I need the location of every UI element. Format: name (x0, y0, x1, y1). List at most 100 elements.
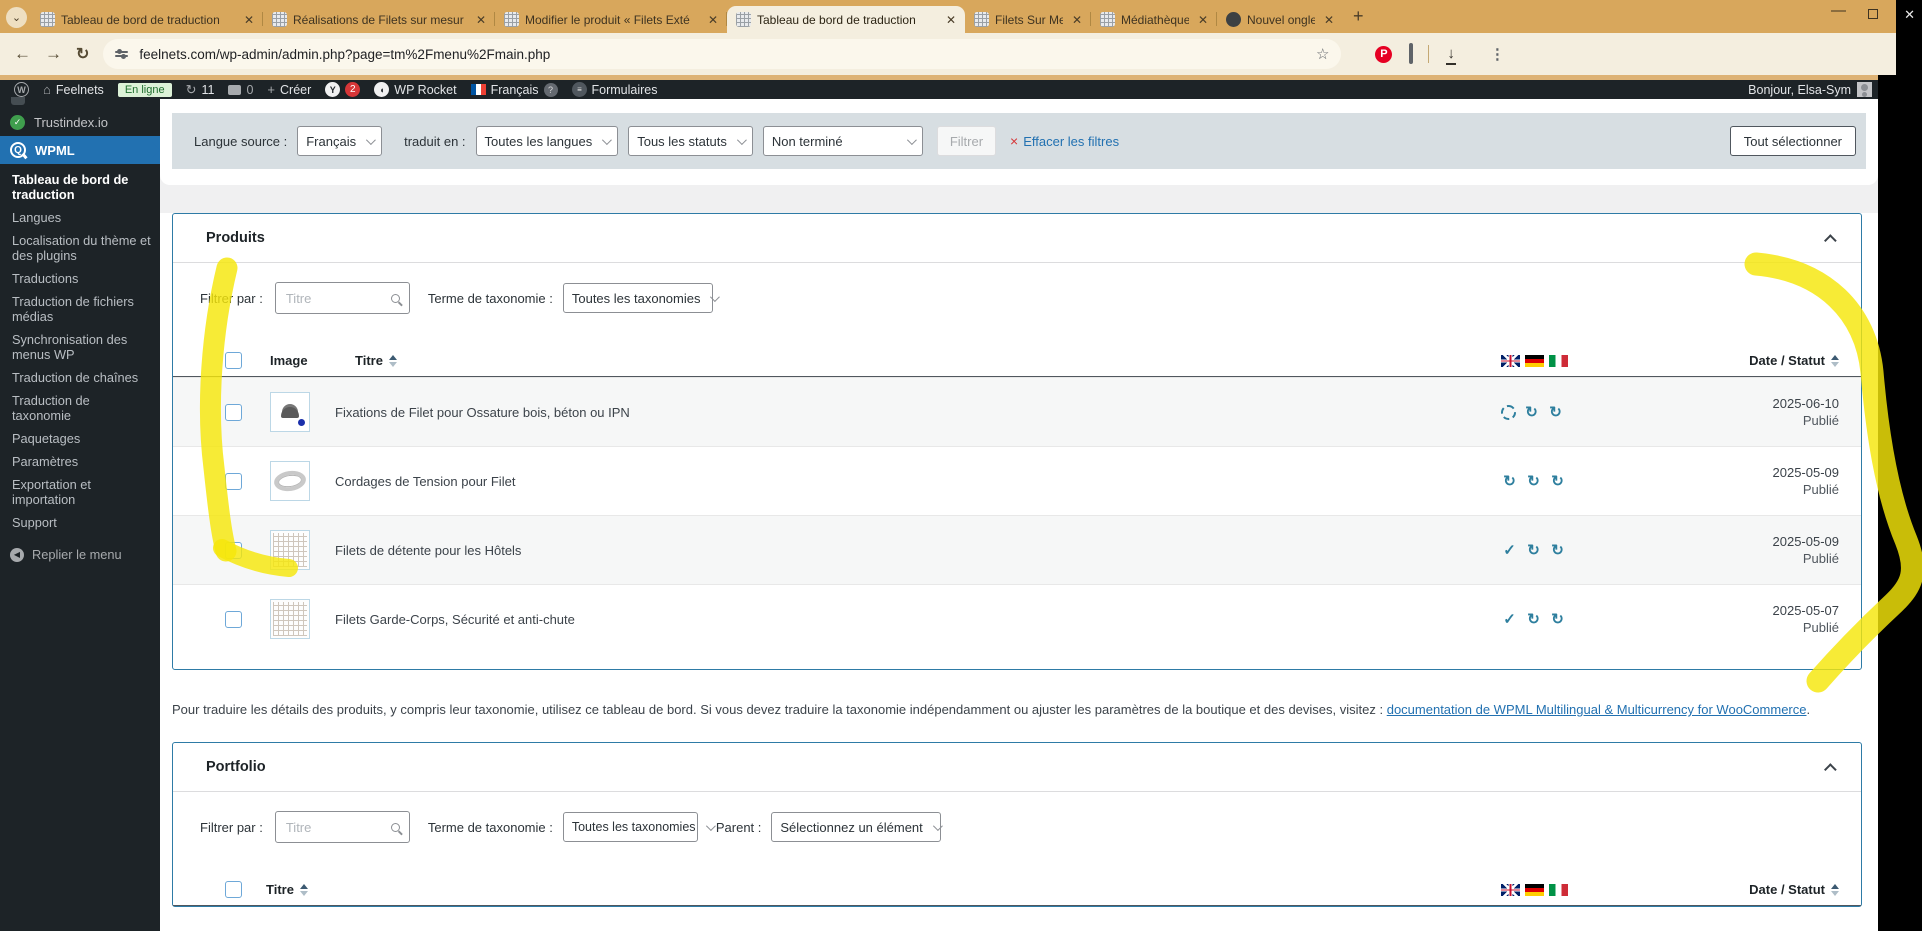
yoast-seo-menu[interactable]: Y 2 (325, 82, 361, 97)
select-all-button[interactable]: Tout sélectionner (1729, 126, 1856, 156)
products-title-search-input[interactable] (274, 282, 410, 314)
browser-tab-1[interactable]: Tableau de bord de traduction ✕ (31, 6, 263, 33)
browser-tab-2[interactable]: Réalisations de Filets sur mesur ✕ (263, 6, 495, 33)
sync-status-icon[interactable]: ↻ (1549, 473, 1566, 490)
submenu-item-theme-localization[interactable]: Localisation du thème et des plugins (0, 229, 160, 267)
title-column-header[interactable]: Titre (266, 882, 308, 897)
target-language-select[interactable]: Toutes les langues (475, 126, 619, 156)
wp-logo-menu[interactable]: W (14, 82, 29, 97)
sort-icon[interactable] (299, 883, 308, 896)
collapse-menu-button[interactable]: ◀ Replier le menu (0, 547, 160, 562)
new-tab-button[interactable]: + (1353, 6, 1364, 27)
date-status-column-header[interactable]: Date / Statut (1749, 353, 1839, 368)
product-title[interactable]: Cordages de Tension pour Filet (335, 474, 515, 489)
status-select[interactable]: Tous les statuts (628, 126, 753, 156)
browser-tab-4-active[interactable]: Tableau de bord de traduction ✕ (727, 6, 965, 33)
submenu-item-export-import[interactable]: Exportation et importation (0, 473, 160, 511)
product-title[interactable]: Filets de détente pour les Hôtels (335, 543, 521, 558)
wpml-documentation-link[interactable]: documentation de WPML Multilingual & Mul… (1387, 702, 1807, 717)
select-all-checkbox[interactable] (225, 881, 242, 898)
check-status-icon[interactable]: ✓ (1501, 611, 1518, 628)
product-title[interactable]: Filets Garde-Corps, Sécurité et anti-chu… (335, 612, 575, 627)
product-title[interactable]: Fixations de Filet pour Ossature bois, b… (335, 405, 630, 420)
submenu-item-translation-dashboard[interactable]: Tableau de bord de traduction (0, 168, 160, 206)
tab-close-icon[interactable]: ✕ (943, 13, 959, 27)
submenu-item-support[interactable]: Support (0, 511, 160, 534)
window-minimize-button[interactable]: — (1831, 2, 1846, 19)
tab-close-icon[interactable]: ✕ (705, 13, 721, 27)
select-all-checkbox[interactable] (225, 352, 242, 369)
row-checkbox[interactable] (225, 610, 242, 628)
completion-select[interactable]: Non terminé (762, 126, 923, 156)
sync-status-icon[interactable]: ↻ (1549, 542, 1566, 559)
submenu-item-translations[interactable]: Traductions (0, 267, 160, 290)
browser-tab-6[interactable]: Médiathèque ‹ Feelnets — Wor ✕ (1091, 6, 1217, 33)
sidebar-item-wpml[interactable]: Q WPML (0, 136, 160, 164)
sync-status-icon[interactable]: ↻ (1525, 542, 1542, 559)
portfolio-panel-header[interactable]: Portfolio (173, 743, 1861, 792)
source-language-select[interactable]: Français (297, 126, 383, 156)
portfolio-parent-select[interactable]: Sélectionnez un élément (771, 812, 943, 842)
submenu-item-string-translation[interactable]: Traduction de chaînes (0, 366, 160, 389)
reload-button[interactable]: ↻ (76, 44, 89, 64)
submenu-item-languages[interactable]: Langues (0, 206, 160, 229)
forward-button[interactable]: → (45, 44, 62, 64)
submenu-item-packages[interactable]: Paquetages (0, 427, 160, 450)
submenu-item-taxonomy-translation[interactable]: Traduction de taxonomie (0, 389, 160, 427)
sync-status-icon[interactable]: ↻ (1525, 473, 1542, 490)
browser-menu-icon[interactable]: ⋮ (1490, 45, 1505, 63)
browser-tab-3[interactable]: Modifier le produit « Filets Exté ✕ (495, 6, 727, 33)
tab-close-icon[interactable]: ✕ (1195, 13, 1211, 27)
progress-status-icon[interactable] (1501, 404, 1516, 420)
products-panel-header[interactable]: Produits (173, 214, 1861, 263)
extensions-puzzle-icon[interactable] (1409, 43, 1414, 64)
site-info-icon[interactable] (115, 48, 129, 60)
back-button[interactable]: ← (14, 44, 31, 64)
sort-icon[interactable] (388, 354, 397, 367)
bookmark-star-icon[interactable]: ☆ (1316, 45, 1329, 63)
sync-status-icon[interactable]: ↻ (1523, 404, 1540, 421)
window-close-button[interactable]: ✕ (1904, 7, 1915, 23)
sync-status-icon[interactable]: ↻ (1547, 404, 1564, 421)
url-text[interactable]: feelnets.com/wp-admin/admin.php?page=tm%… (139, 47, 1316, 62)
account-menu[interactable]: Bonjour, Elsa-Sym (1748, 80, 1872, 99)
check-status-icon[interactable]: ✓ (1501, 542, 1518, 559)
products-taxonomy-select[interactable]: Toutes les taxonomies (562, 283, 721, 313)
date-status-column-header[interactable]: Date / Statut (1749, 882, 1839, 897)
row-checkbox[interactable] (225, 541, 242, 559)
submenu-item-media-translation[interactable]: Traduction de fichiers médias (0, 290, 160, 328)
filter-button[interactable]: Filtrer (936, 126, 997, 156)
site-link[interactable]: ⌂ Feelnets (43, 82, 104, 97)
sync-status-icon[interactable]: ↻ (1525, 611, 1542, 628)
forms-menu[interactable]: ≡ Formulaires (571, 82, 658, 97)
new-content-menu[interactable]: + Créer (267, 82, 311, 97)
submenu-item-menu-sync[interactable]: Synchronisation des menus WP (0, 328, 160, 366)
sync-status-icon[interactable]: ↻ (1501, 473, 1518, 490)
submenu-item-settings[interactable]: Paramètres (0, 450, 160, 473)
sort-icon[interactable] (1831, 354, 1839, 367)
portfolio-taxonomy-select[interactable]: Toutes les taxonomies (562, 812, 716, 842)
sync-status-icon[interactable]: ↻ (1549, 611, 1566, 628)
portfolio-title-search-input[interactable] (274, 811, 410, 843)
tab-search-chevron-icon[interactable]: ⌄ (6, 7, 27, 28)
sort-icon[interactable] (1831, 883, 1839, 896)
title-column-header[interactable]: Titre (355, 353, 397, 368)
tab-close-icon[interactable]: ✕ (1069, 13, 1085, 27)
clear-filters-link[interactable]: × Effacer les filtres (1010, 133, 1119, 149)
tab-close-icon[interactable]: ✕ (1321, 13, 1337, 27)
browser-tab-7[interactable]: Nouvel onglet ✕ (1217, 6, 1343, 33)
tab-close-icon[interactable]: ✕ (241, 13, 257, 27)
downloads-icon[interactable]: ↓ (1446, 45, 1456, 65)
sidebar-item-trustindex[interactable]: ✓ Trustindex.io (0, 108, 160, 136)
language-switcher-menu[interactable]: Français ? (470, 82, 558, 97)
row-checkbox[interactable] (225, 472, 242, 490)
window-maximize-button[interactable] (1868, 9, 1878, 19)
updates-menu[interactable]: ↻ 11 (186, 82, 215, 98)
wp-rocket-menu[interactable]: ◖ WP Rocket (374, 82, 457, 97)
comments-menu[interactable]: 0 (228, 83, 253, 97)
address-bar[interactable]: feelnets.com/wp-admin/admin.php?page=tm%… (103, 39, 1342, 69)
pinterest-extension-icon[interactable]: P (1375, 45, 1393, 63)
row-checkbox[interactable] (225, 403, 242, 421)
browser-tab-5[interactable]: Filets Sur Mesure pour Hôtels - ✕ (965, 6, 1091, 33)
tab-close-icon[interactable]: ✕ (473, 13, 489, 27)
